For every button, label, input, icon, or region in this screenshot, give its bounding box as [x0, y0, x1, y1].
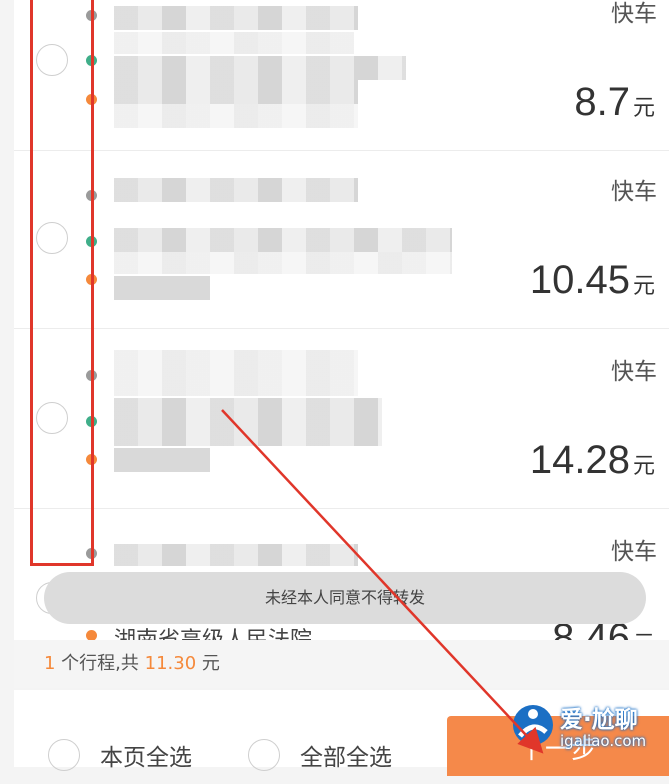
trip-price: 14.28 元 — [530, 438, 655, 483]
trip-type-label: 快车 — [611, 539, 657, 565]
trip-list: 快车 8.7 元 快车 10.45 元 快车 14.28 元 湖南省高级人民法院… — [14, 0, 669, 648]
blurred-time — [114, 32, 354, 54]
blurred-start-address — [114, 544, 358, 566]
select-all-radio[interactable] — [248, 739, 280, 771]
watermark-title: 爱·尬聊 — [560, 707, 638, 733]
blurred-start-address — [114, 350, 358, 396]
blurred-extra — [114, 104, 358, 128]
summary-text: 个行程,共 — [55, 653, 145, 674]
watermark-url: igaliao.com — [560, 732, 647, 750]
price-unit: 元 — [632, 96, 655, 121]
price-value: 10.45 — [529, 258, 630, 302]
price-value: 14.28 — [529, 438, 630, 482]
watermark-logo-icon — [513, 705, 553, 745]
toast-message: 未经本人同意不得转发 — [44, 572, 646, 624]
price-value: 8.7 — [574, 80, 630, 124]
blurred-start-address — [114, 178, 358, 202]
trip-price: 10.45 元 — [530, 258, 655, 303]
blurred-extra — [114, 276, 210, 300]
trip-type-label: 快车 — [611, 1, 657, 27]
summary-unit: 元 — [196, 653, 220, 674]
trip-item[interactable]: 快车 8.7 元 — [14, 0, 669, 151]
trip-item[interactable]: 快车 14.28 元 — [14, 328, 669, 509]
trip-type-label: 快车 — [611, 359, 657, 385]
select-page-radio[interactable] — [48, 739, 80, 771]
blurred-end-address — [114, 398, 382, 446]
blurred-end-address-2 — [114, 80, 358, 104]
total-amount: 11.30 — [144, 653, 197, 674]
trip-type-label: 快车 — [611, 179, 657, 205]
selected-count: 1 — [44, 653, 56, 674]
blurred-time — [114, 252, 452, 274]
blurred-extra — [114, 448, 210, 472]
price-unit: 元 — [632, 274, 655, 299]
trip-item[interactable]: 快车 10.45 元 — [14, 150, 669, 329]
selection-summary: 1 个行程,共 11.30 元 — [14, 640, 669, 688]
blurred-end-address — [114, 56, 406, 80]
trip-price: 8.7 元 — [574, 80, 655, 125]
blurred-end-address — [114, 228, 452, 252]
price-unit: 元 — [632, 454, 655, 479]
watermark: 爱·尬聊 igaliao.com — [510, 700, 669, 760]
annotation-highlight-box — [30, 0, 94, 566]
blurred-start-address — [114, 6, 358, 30]
